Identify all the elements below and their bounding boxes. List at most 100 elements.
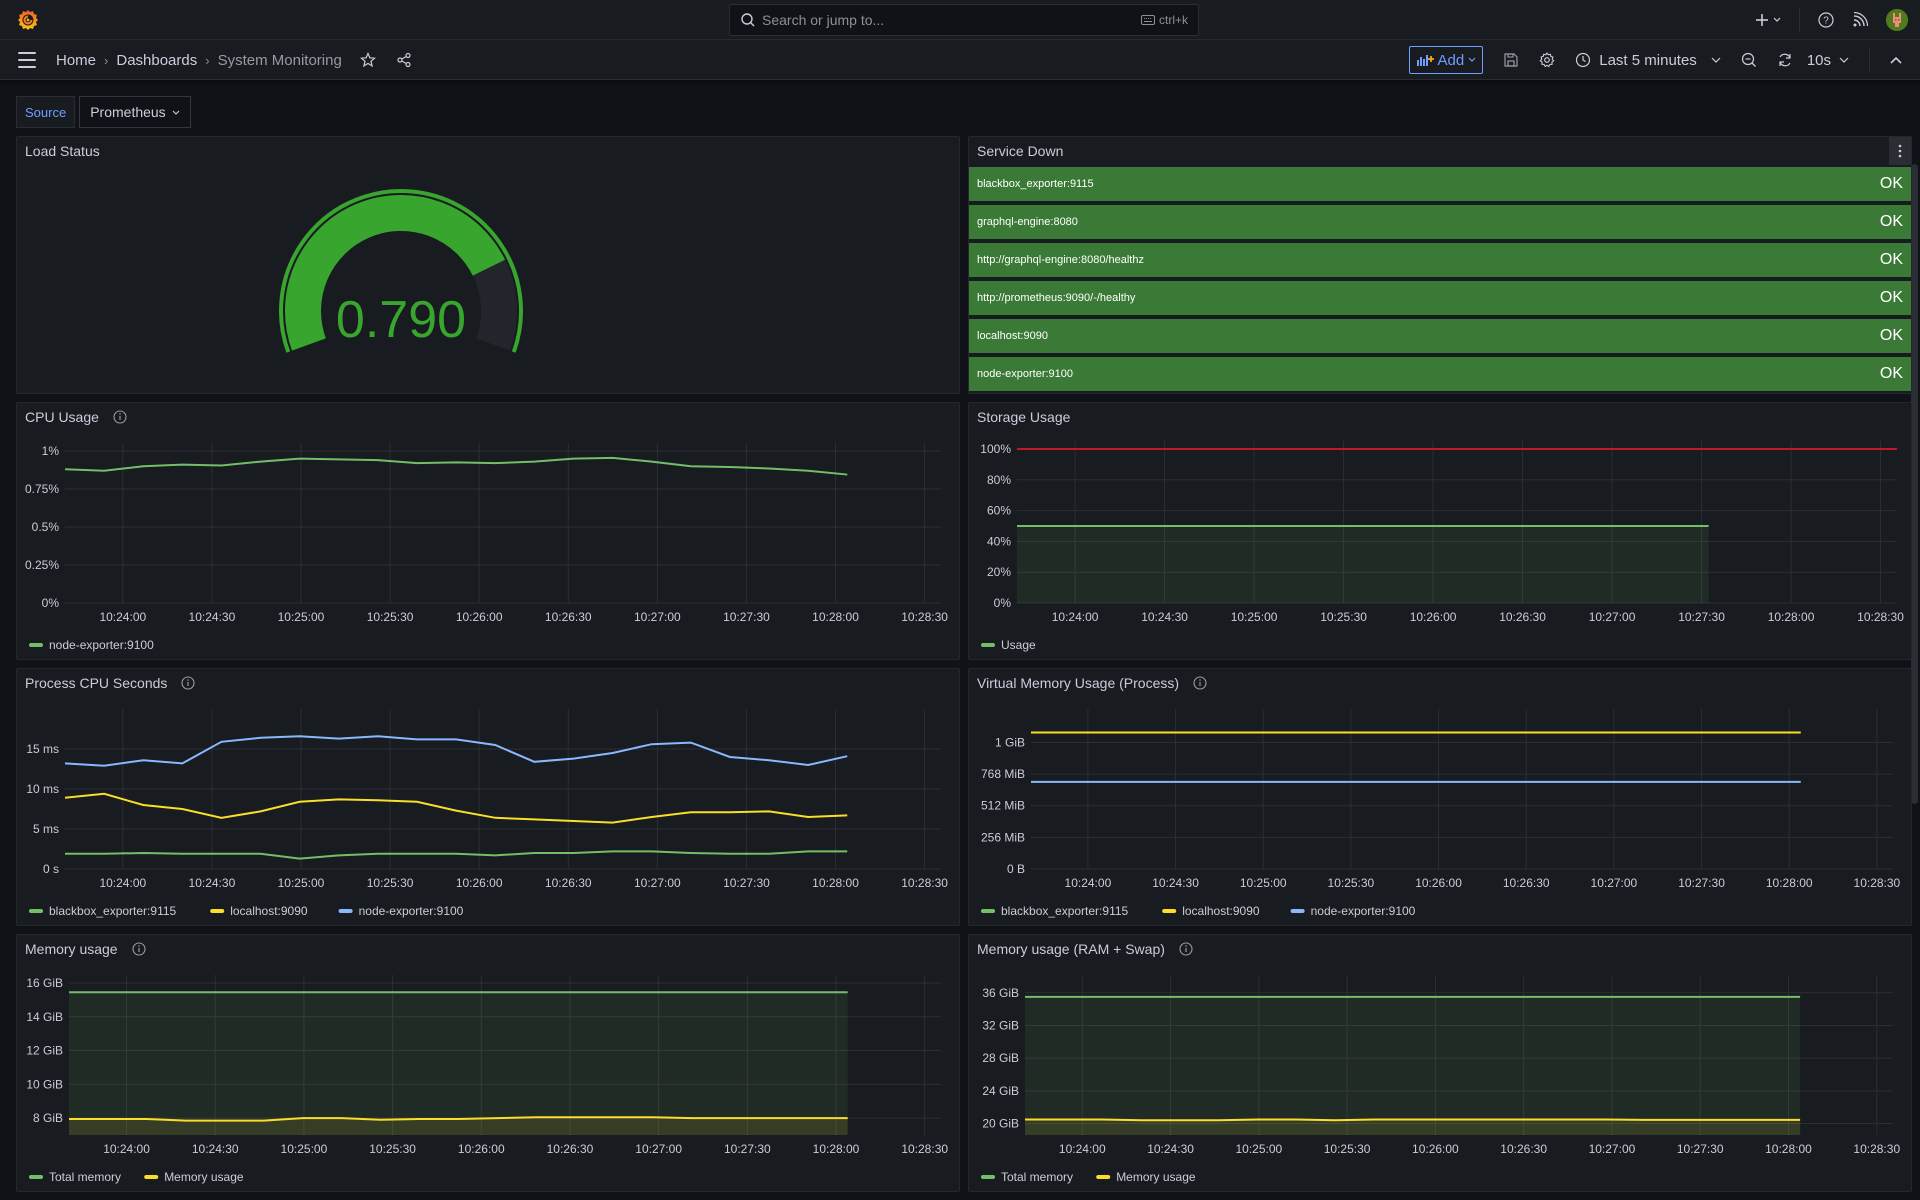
add-panel-icon	[1416, 55, 1434, 66]
legend-swatch	[29, 1175, 43, 1179]
top-right-actions: ?	[1755, 6, 1908, 34]
legend-swatch	[338, 909, 353, 913]
legend-item[interactable]: Total memory	[29, 1170, 121, 1184]
service-status-row: http://prometheus:9090/-/healthy OK	[969, 281, 1911, 315]
x-tick-label: 10:26:30	[1500, 1142, 1547, 1156]
x-tick-label: 10:27:00	[634, 876, 681, 890]
y-tick-label: 16 GiB	[26, 976, 63, 990]
service-status-row: blackbox_exporter:9115 OK	[969, 167, 1911, 201]
x-tick-label: 10:24:30	[192, 1142, 239, 1156]
series-area	[1025, 996, 1801, 1135]
save-icon[interactable]	[1503, 52, 1519, 68]
legend-item[interactable]: Memory usage	[1096, 1170, 1196, 1184]
y-tick-label: 10 GiB	[26, 1077, 63, 1091]
template-variables: Source Prometheus	[16, 96, 191, 128]
x-tick-label: 10:26:00	[1415, 876, 1462, 890]
x-tick-label: 10:27:00	[1589, 1142, 1636, 1156]
panel-menu-button[interactable]	[1889, 137, 1911, 165]
x-tick-label: 10:25:30	[1320, 610, 1367, 624]
refresh-icon[interactable]	[1777, 52, 1793, 68]
y-tick-label: 0.25%	[25, 558, 59, 572]
series-line	[64, 456, 848, 476]
legend-item[interactable]: Usage	[981, 638, 1036, 652]
settings-gear-icon[interactable]	[1539, 52, 1555, 68]
legend-item[interactable]: Total memory	[981, 1170, 1073, 1184]
breadcrumb-separator: ›	[205, 52, 210, 68]
datasource-value: Prometheus	[90, 104, 166, 120]
search-shortcut: ctrl+k	[1140, 13, 1188, 27]
breadcrumb: Home › Dashboards › System Monitoring	[56, 40, 412, 80]
cpu-usage-chart: 0% 0.25% 0.5% 0.75% 1% 10:24:00 10:24:30 10:25:…	[25, 443, 948, 652]
legend-swatch	[1096, 1175, 1111, 1179]
x-tick-label: 10:26:30	[1499, 610, 1546, 624]
y-tick-label: 0%	[994, 596, 1012, 610]
x-tick-label: 10:26:00	[1410, 610, 1457, 624]
x-tick-label: 10:26:30	[547, 1142, 594, 1156]
service-status-row: node-exporter:9100 OK	[969, 357, 1911, 391]
x-tick-label: 10:28:30	[1853, 1142, 1900, 1156]
service-name: node-exporter:9100	[977, 368, 1074, 380]
legend-item[interactable]: localhost:9090	[1162, 904, 1260, 918]
legend-item[interactable]: localhost:9090	[210, 904, 308, 918]
help-icon[interactable]: ?	[1818, 12, 1834, 28]
more-vertical-icon	[1898, 144, 1902, 158]
x-tick-label: 10:25:30	[369, 1142, 416, 1156]
menu-toggle-button[interactable]	[18, 52, 36, 68]
legend-item[interactable]: Memory usage	[144, 1170, 244, 1184]
x-tick-label: 10:25:00	[1231, 610, 1278, 624]
divider	[1799, 8, 1800, 32]
memory-swap-chart: 20 GiB 24 GiB 28 GiB 32 GiB 36 GiB 10:24:00 10…	[981, 975, 1900, 1184]
service-status: OK	[1879, 289, 1903, 306]
x-tick-label: 10:28:30	[1857, 610, 1904, 624]
chevron-down-icon	[1839, 57, 1849, 63]
datasource-select[interactable]: Prometheus	[79, 96, 191, 128]
collapse-chevron-up-icon[interactable]	[1890, 56, 1902, 64]
y-tick-label: 15 ms	[26, 742, 59, 756]
x-tick-label: 10:28:30	[901, 610, 948, 624]
x-tick-label: 10:28:00	[812, 610, 859, 624]
service-status: OK	[1879, 251, 1903, 268]
legend-label: node-exporter:9100	[359, 904, 464, 918]
series-line	[64, 792, 848, 824]
x-tick-label: 10:24:00	[99, 610, 146, 624]
y-tick-label: 20%	[987, 565, 1011, 579]
legend-item[interactable]: node-exporter:9100	[29, 638, 154, 652]
legend-item[interactable]: node-exporter:9100	[338, 904, 464, 918]
zoom-out-icon[interactable]	[1741, 52, 1757, 68]
time-range-picker[interactable]: Last 5 minutes	[1575, 52, 1721, 69]
x-tick-label: 10:27:00	[1589, 610, 1636, 624]
plus-icon	[1756, 14, 1768, 26]
breadcrumb-dashboards[interactable]: Dashboards	[116, 52, 197, 69]
search-input[interactable]: Search or jump to... ctrl+k	[729, 4, 1199, 36]
legend-swatch	[1290, 909, 1305, 913]
panel-memory-usage: Memory usage 8 GiB 10 GiB 12 GiB 14 GiB 16 G…	[16, 934, 960, 1192]
service-status-row: graphql-engine:8080 OK	[969, 205, 1911, 239]
x-tick-label: 10:27:00	[634, 610, 681, 624]
avatar[interactable]	[1886, 9, 1908, 31]
breadcrumb-home[interactable]: Home	[56, 52, 96, 69]
shortcut-text: ctrl+k	[1158, 13, 1188, 27]
panel-virtual-memory: Virtual Memory Usage (Process) 0 B 256 Mi…	[968, 668, 1912, 926]
legend-label: Usage	[1001, 638, 1036, 652]
legend-item[interactable]: blackbox_exporter:9115	[29, 904, 177, 918]
news-feed-icon[interactable]	[1852, 12, 1868, 28]
new-menu-button[interactable]	[1755, 13, 1781, 27]
x-tick-label: 10:28:30	[901, 1142, 948, 1156]
x-tick-label: 10:24:30	[1152, 876, 1199, 890]
star-icon[interactable]	[359, 52, 376, 68]
legend-item[interactable]: blackbox_exporter:9115	[981, 904, 1129, 918]
legend-label: blackbox_exporter:9115	[49, 904, 177, 918]
y-tick-label: 100%	[980, 442, 1011, 456]
grafana-logo-icon[interactable]	[16, 8, 40, 32]
legend-item[interactable]: node-exporter:9100	[1290, 904, 1416, 918]
add-button[interactable]: Add	[1408, 46, 1484, 74]
share-icon[interactable]	[396, 52, 412, 68]
service-name: graphql-engine:8080	[977, 216, 1078, 228]
legend-label: localhost:9090	[1182, 904, 1260, 918]
legend-swatch	[29, 643, 43, 647]
dashboard-content: Source Prometheus Load Status 0.790 Serv…	[0, 80, 1920, 1200]
legend-label: Total memory	[1001, 1170, 1073, 1184]
refresh-interval-picker[interactable]: 10s	[1807, 52, 1849, 69]
x-tick-label: 10:26:00	[456, 876, 503, 890]
y-tick-label: 0%	[42, 596, 60, 610]
